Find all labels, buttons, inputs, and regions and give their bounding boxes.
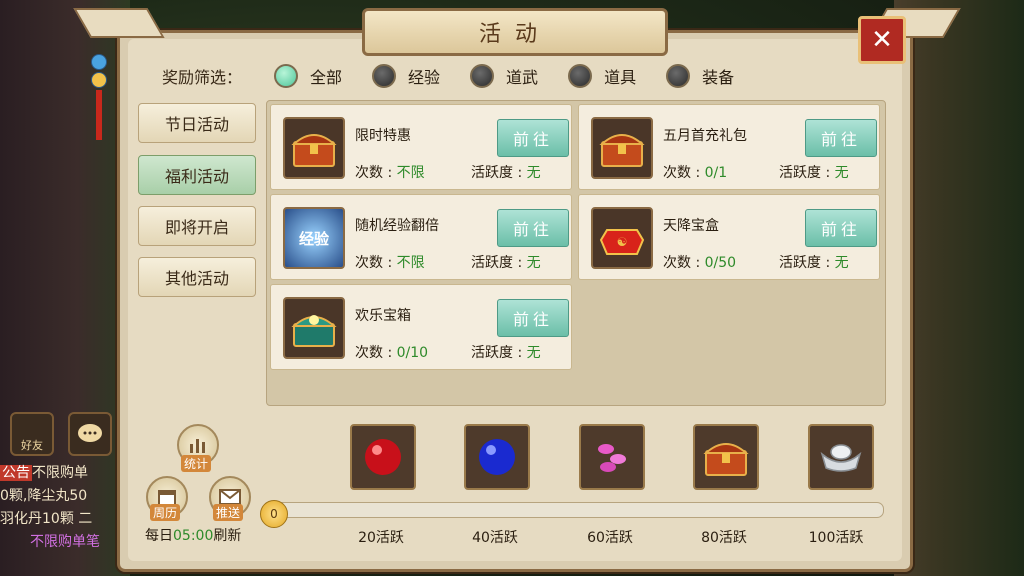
activity-count: 次数 : 0/1: [663, 165, 728, 181]
go-button[interactable]: 前往: [497, 299, 569, 337]
reward-label: 100活跃: [808, 530, 864, 546]
treasure-chest-icon: [591, 117, 653, 179]
activity-card-exp-double: 经验 随机经验翻倍 前往 次数 : 不限 活跃度 : 无: [270, 194, 572, 280]
reward-label: 80活跃: [701, 530, 747, 546]
activity-card-may-first-charge: 五月首充礼包 前往 次数 : 0/1 活跃度 : 无: [578, 104, 880, 190]
chat-button[interactable]: [68, 412, 112, 456]
activity-progress-bar: [270, 502, 884, 518]
radio-selected-icon: [274, 64, 299, 88]
activity-points: 活跃度 : 无: [779, 255, 849, 271]
svg-text:☯: ☯: [617, 235, 628, 249]
activity-count: 次数 : 0/10: [355, 345, 429, 361]
ticker-line: 羽化丹10颗 二: [0, 511, 93, 527]
reward-box-80[interactable]: [693, 424, 759, 490]
filter-option-label: 全部: [310, 68, 343, 87]
pink-gems-icon: [598, 444, 626, 472]
progress-value: 0: [260, 500, 288, 528]
friend-button[interactable]: 好友: [10, 412, 54, 456]
bar-chart-icon: [190, 439, 205, 453]
page-title: 活动: [362, 8, 668, 56]
tab-upcoming[interactable]: 即将开启: [138, 206, 256, 246]
push-label: 推送: [213, 504, 244, 521]
filter-option-item[interactable]: 道具: [568, 64, 636, 88]
filter-option-label: 道武: [506, 68, 539, 87]
friend-label: 好友: [21, 439, 43, 452]
filter-option-label: 装备: [702, 68, 735, 87]
ticker-line: 0颗,降尘丸50: [0, 488, 88, 504]
filter-label: 奖励筛选：: [162, 68, 243, 87]
activity-count: 次数 : 不限: [355, 165, 425, 181]
activity-card-happy-chest: 欢乐宝箱 前往 次数 : 0/10 活跃度 : 无: [270, 284, 572, 370]
reward-box-100[interactable]: [808, 424, 874, 490]
tab-other[interactable]: 其他活动: [138, 257, 256, 297]
experience-icon: 经验: [283, 207, 345, 269]
chat-bubble-icon: [78, 424, 102, 442]
activity-name: 欢乐宝箱: [355, 308, 411, 324]
reward-filter: 奖励筛选： 全部 经验 道武 道具 装备: [162, 63, 764, 89]
filter-option-equipment[interactable]: 装备: [666, 64, 734, 88]
background-scene-right: [894, 0, 1024, 576]
treasure-chest-icon: [283, 117, 345, 179]
activity-name: 限时特惠: [355, 128, 411, 144]
activity-list: 限时特惠 前往 次数 : 不限 活跃度 : 无 五月首充礼包 前往 次数 : 0…: [266, 100, 886, 406]
treasure-chest-icon: [703, 443, 749, 476]
filter-option-label: 道具: [604, 68, 637, 87]
reward-label: 40活跃: [472, 530, 518, 546]
activity-points: 活跃度 : 无: [471, 345, 541, 361]
silver-ingot-icon: [820, 444, 862, 472]
activity-card-sky-box: ☯ 天降宝盒 前往 次数 : 0/50 活跃度 : 无: [578, 194, 880, 280]
tab-festival[interactable]: 节日活动: [138, 103, 256, 143]
radio-icon: [372, 64, 397, 88]
activity-points: 活跃度 : 无: [471, 165, 541, 181]
filter-option-daowu[interactable]: 道武: [470, 64, 538, 88]
activity-count: 次数 : 0/50: [663, 255, 737, 271]
activity-name: 五月首充礼包: [663, 128, 747, 144]
reward-box-60[interactable]: [579, 424, 645, 490]
go-button[interactable]: 前往: [805, 209, 877, 247]
filter-option-label: 经验: [408, 68, 441, 87]
stats-label: 统计: [181, 455, 212, 472]
reward-label: 60活跃: [587, 530, 633, 546]
activity-points: 活跃度 : 无: [471, 255, 541, 271]
activity-card-limited-offer: 限时特惠 前往 次数 : 不限 活跃度 : 无: [270, 104, 572, 190]
reward-label: 20活跃: [358, 530, 404, 546]
close-icon: ✕: [871, 25, 893, 55]
radio-icon: [470, 64, 495, 88]
reward-box-40[interactable]: [464, 424, 530, 490]
radio-icon: [568, 64, 593, 88]
calendar-label: 周历: [150, 504, 181, 521]
radio-icon: [666, 64, 691, 88]
envelope-icon: [219, 489, 241, 505]
activity-count: 次数 : 不限: [355, 255, 425, 271]
activity-name: 随机经验翻倍: [355, 218, 439, 234]
experience-icon-text: 经验: [298, 229, 329, 248]
reward-box-20[interactable]: [350, 424, 416, 490]
go-button[interactable]: 前往: [497, 209, 569, 247]
announcement-ticker: 公告 不限购单 0颗,降尘丸50 羽化丹10颗 二 不限购单笔: [0, 462, 125, 554]
filter-option-all[interactable]: 全部: [274, 64, 342, 88]
hanging-ornament-icon: [90, 52, 108, 152]
daily-refresh-note: 每日05:00刷新: [145, 528, 242, 544]
activity-points: 活跃度 : 无: [779, 165, 849, 181]
go-button[interactable]: 前往: [805, 119, 877, 157]
activity-name: 天降宝盒: [663, 218, 719, 234]
red-giftbox-icon: ☯: [591, 207, 653, 269]
red-orb-icon: [365, 439, 401, 475]
blue-orb-icon: [479, 439, 515, 475]
announcement-tag: 公告: [0, 465, 32, 481]
tab-welfare[interactable]: 福利活动: [138, 155, 256, 195]
ticker-line: 不限购单笔: [30, 534, 100, 550]
green-chest-icon: [283, 297, 345, 359]
go-button[interactable]: 前往: [497, 119, 569, 157]
ticker-line: 不限购单: [32, 465, 88, 481]
close-button[interactable]: ✕: [858, 16, 906, 64]
filter-option-exp[interactable]: 经验: [372, 64, 440, 88]
